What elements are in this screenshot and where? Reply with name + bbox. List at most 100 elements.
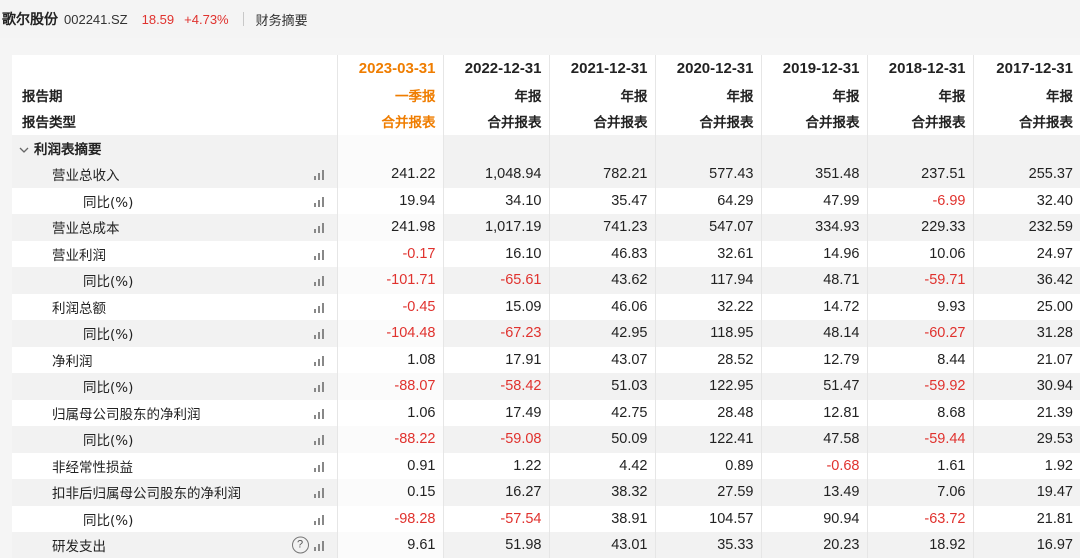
- value-cell: 46.83: [548, 240, 655, 267]
- value-cell: 0.91: [336, 452, 443, 479]
- bar-chart-icon[interactable]: [313, 301, 327, 313]
- table-row: 同比(%) -88.07 -58.42 51.03 122.95 51.47 -59.92 3…: [12, 373, 1080, 400]
- chevron-down-icon[interactable]: [18, 144, 30, 156]
- report-type-cell: 合并报表: [548, 108, 655, 135]
- value-cell: 241.22: [336, 161, 443, 188]
- bar-chart-icon[interactable]: [313, 513, 327, 525]
- value-cell: 51.98: [442, 532, 549, 558]
- bar-chart-icon[interactable]: [313, 380, 327, 393]
- bar-chart-icon[interactable]: [313, 327, 327, 340]
- section-tab-financial-summary[interactable]: 财务摘要: [256, 10, 308, 29]
- group-empty-cell: [336, 134, 443, 161]
- bar-chart-icon[interactable]: [313, 460, 327, 472]
- bar-chart-icon[interactable]: [313, 221, 327, 234]
- value-cell: 30.94: [972, 373, 1080, 400]
- report-period-label: 报告期: [22, 88, 63, 105]
- bar-chart-icon[interactable]: [313, 354, 327, 366]
- table-row: 非经常性损益 0.91 1.22 4.42 0.89 -0.68 1.61 1.92: [12, 452, 1080, 480]
- value-cell: 90.94: [760, 505, 867, 532]
- bar-chart-icon[interactable]: [313, 433, 327, 446]
- value-cell: -67.23: [442, 320, 549, 347]
- value-cell: 21.81: [972, 505, 1080, 532]
- row-label: 同比(%): [83, 512, 134, 529]
- value-cell: 19.94: [336, 187, 443, 214]
- row-label: 同比(%): [83, 274, 134, 291]
- table-row: 同比(%) -101.71 -65.61 43.62 117.94 48.71 -59.71…: [12, 267, 1080, 294]
- report-type-cell: 合并报表: [760, 108, 867, 135]
- value-cell: 1.22: [442, 452, 549, 479]
- table-row: 营业总收入 241.22 1,048.94 782.21 577.43 351.48 237…: [12, 161, 1080, 188]
- table-row: 同比(%) 19.94 34.10 35.47 64.29 47.99 -6.99 32.40: [12, 187, 1080, 214]
- value-cell: -88.22: [336, 426, 443, 453]
- period-date-cell: 2020-12-31: [654, 55, 761, 82]
- row-label-cell: 同比(%): [12, 267, 337, 294]
- stock-name: 歌尔股份: [2, 12, 58, 28]
- value-cell: 25.00: [972, 293, 1080, 320]
- value-cell: 28.52: [654, 346, 761, 373]
- row-label: 同比(%): [83, 194, 134, 211]
- table-row: 扣非后归属母公司股东的净利润 0.15 16.27 38.32 27.59 13.49 7.…: [12, 479, 1080, 506]
- row-label: 利润总额: [52, 300, 106, 317]
- value-cell: 48.14: [760, 320, 867, 347]
- value-cell: -59.44: [866, 426, 973, 453]
- table-row: 研发支出? 9.61 51.98 43.01 35.33 20.23 18.92 16.97: [12, 532, 1080, 558]
- value-cell: 18.92: [866, 532, 973, 558]
- value-cell: 104.57: [654, 505, 761, 532]
- value-cell: 29.53: [972, 426, 1080, 453]
- value-cell: 17.91: [442, 346, 549, 373]
- group-empty-cell: [654, 134, 761, 161]
- value-cell: 9.61: [336, 532, 443, 558]
- bar-chart-icon[interactable]: [313, 486, 327, 499]
- report-type-cell: 合并报表: [442, 108, 549, 135]
- report-period-cell: 年报: [654, 81, 761, 108]
- period-date-cell: 2022-12-31: [442, 55, 549, 82]
- period-date-cell: 2021-12-31: [548, 55, 655, 82]
- question-circle-icon[interactable]: ?: [291, 536, 309, 554]
- value-cell: 8.44: [866, 346, 973, 373]
- value-cell: 782.21: [548, 161, 655, 188]
- report-type-cell: 合并报表: [336, 108, 443, 135]
- row-label-cell: 扣非后归属母公司股东的净利润: [12, 479, 337, 506]
- header-divider: [242, 12, 244, 26]
- bar-chart-icon[interactable]: [313, 407, 327, 419]
- value-cell: -59.92: [866, 373, 973, 400]
- value-cell: 19.47: [972, 479, 1080, 506]
- row-label: 非经常性损益: [52, 459, 133, 476]
- table-row: 同比(%) -88.22 -59.08 50.09 122.41 47.58 -59.44 2…: [12, 426, 1080, 453]
- row-label-cell: 非经常性损益: [12, 453, 337, 480]
- value-cell: 1.06: [336, 399, 443, 426]
- bar-chart-icon[interactable]: [313, 539, 327, 552]
- row-label-cell: 营业总成本: [12, 214, 337, 241]
- value-cell: 7.06: [866, 479, 973, 506]
- group-row-income-statement[interactable]: 利润表摘要: [12, 134, 1080, 161]
- table-row: 归属母公司股东的净利润 1.06 17.49 42.75 28.48 12.81 8.68 2…: [12, 399, 1080, 426]
- value-cell: 38.32: [548, 479, 655, 506]
- value-cell: 255.37: [972, 161, 1080, 188]
- value-cell: 42.95: [548, 320, 655, 347]
- report-period-cell: 年报: [760, 81, 867, 108]
- value-cell: 16.97: [972, 532, 1080, 558]
- value-cell: 4.42: [548, 452, 655, 479]
- value-cell: 28.48: [654, 399, 761, 426]
- stock-change-percent: +4.73%: [184, 11, 229, 27]
- value-cell: -101.71: [336, 267, 443, 294]
- bar-chart-icon[interactable]: [313, 168, 327, 181]
- value-cell: 10.06: [866, 240, 973, 267]
- group-title-income-statement[interactable]: 利润表摘要: [12, 134, 337, 161]
- row-label-cell: 同比(%): [12, 373, 337, 400]
- bar-chart-icon[interactable]: [313, 248, 327, 260]
- bar-chart-icon[interactable]: [313, 195, 327, 207]
- value-cell: -59.71: [866, 267, 973, 294]
- table-row: 同比(%) -98.28 -57.54 38.91 104.57 90.94 -63.72 2…: [12, 505, 1080, 533]
- bar-chart-icon[interactable]: [313, 274, 327, 287]
- row-label: 同比(%): [83, 433, 134, 450]
- value-cell: 232.59: [972, 214, 1080, 241]
- table-row: 营业利润 -0.17 16.10 46.83 32.61 14.96 10.06 24.97: [12, 240, 1080, 267]
- report-type-cell: 合并报表: [654, 108, 761, 135]
- value-cell: 118.95: [654, 320, 761, 347]
- value-cell: -88.07: [336, 373, 443, 400]
- stock-price: 18.59: [141, 11, 175, 27]
- value-cell: 42.75: [548, 399, 655, 426]
- value-cell: -104.48: [336, 320, 443, 347]
- row-label-cell: 同比(%): [12, 506, 337, 533]
